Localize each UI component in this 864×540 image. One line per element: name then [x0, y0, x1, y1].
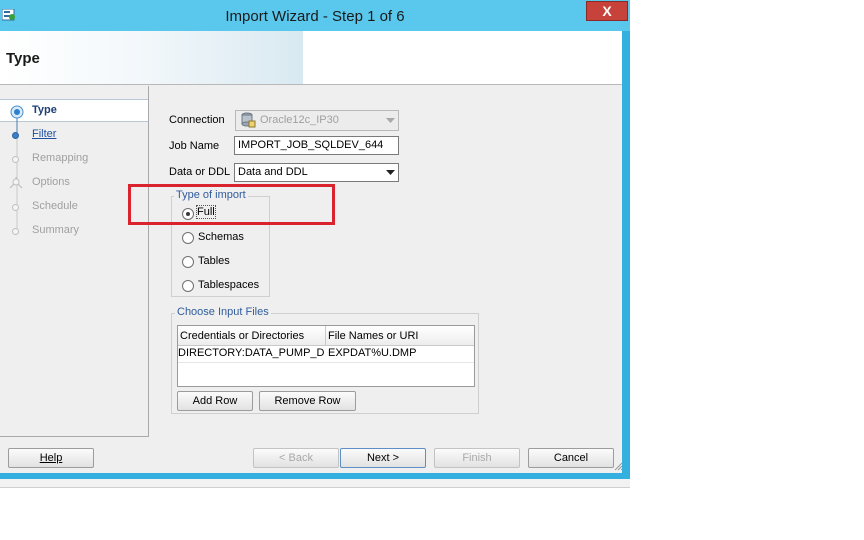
- chevron-down-icon[interactable]: [386, 170, 395, 176]
- radio-tablespaces[interactable]: [182, 280, 194, 292]
- input-files-legend: Choose Input Files: [175, 306, 271, 318]
- step-track: [16, 112, 18, 230]
- next-button[interactable]: Next >: [340, 448, 426, 468]
- job-name-label: Job Name: [169, 140, 220, 152]
- nav-step-options: Options: [32, 176, 70, 188]
- help-button[interactable]: Help: [8, 448, 94, 468]
- nav-step-filter[interactable]: Filter: [32, 128, 56, 140]
- data-or-ddl-label: Data or DDL: [169, 166, 231, 178]
- resize-grip-icon[interactable]: [614, 462, 623, 471]
- highlight-box: [128, 184, 335, 225]
- current-step-icon: [10, 105, 24, 119]
- nav-step-remapping: Remapping: [32, 152, 89, 164]
- data-or-ddl-value: Data and DDL: [238, 166, 308, 178]
- nav-step-schedule: Schedule: [32, 200, 78, 212]
- radio-schemas-label[interactable]: Schemas: [198, 231, 244, 243]
- connection-value: Oracle12c_IP30: [260, 114, 339, 126]
- column-divider: [325, 326, 326, 345]
- header-gradient: [0, 31, 303, 84]
- remove-row-button[interactable]: Remove Row: [259, 391, 356, 411]
- database-icon: [241, 112, 256, 128]
- nav-step-summary: Summary: [32, 224, 80, 236]
- close-button[interactable]: X: [586, 1, 628, 21]
- column-header-credentials[interactable]: Credentials or Directories: [180, 330, 324, 342]
- radio-tables[interactable]: [182, 256, 194, 268]
- window-title: Import Wizard - Step 1 of 6: [225, 8, 405, 25]
- chevron-down-icon: [386, 118, 395, 123]
- page-title: Type: [6, 50, 40, 67]
- nav-step-type[interactable]: Type: [32, 104, 57, 116]
- connection-label: Connection: [169, 114, 225, 126]
- step-dot-icon: [12, 228, 19, 235]
- step-dot-icon: [12, 132, 19, 139]
- step-dot-icon: [12, 204, 19, 211]
- connection-select: Oracle12c_IP30: [235, 110, 399, 131]
- cancel-button[interactable]: Cancel: [528, 448, 614, 468]
- step-dot-icon: [12, 156, 19, 163]
- background-window-strip: [0, 479, 630, 488]
- back-button[interactable]: < Back: [253, 448, 339, 468]
- close-icon: X: [602, 3, 612, 19]
- job-name-input[interactable]: IMPORT_JOB_SQLDEV_644: [234, 136, 399, 155]
- column-header-file-names[interactable]: File Names or URI: [328, 330, 472, 342]
- radio-tables-label[interactable]: Tables: [198, 255, 230, 267]
- table-cell-directory[interactable]: DIRECTORY:DATA_PUMP_DIR: [178, 347, 325, 359]
- table-cell-filename[interactable]: EXPDAT%U.DMP: [328, 347, 472, 359]
- step-branch-icon: [9, 177, 23, 189]
- radio-tablespaces-label[interactable]: Tablespaces: [198, 279, 259, 291]
- data-or-ddl-select[interactable]: Data and DDL: [234, 163, 399, 182]
- radio-schemas[interactable]: [182, 232, 194, 244]
- add-row-button[interactable]: Add Row: [177, 391, 253, 411]
- finish-button[interactable]: Finish: [434, 448, 520, 468]
